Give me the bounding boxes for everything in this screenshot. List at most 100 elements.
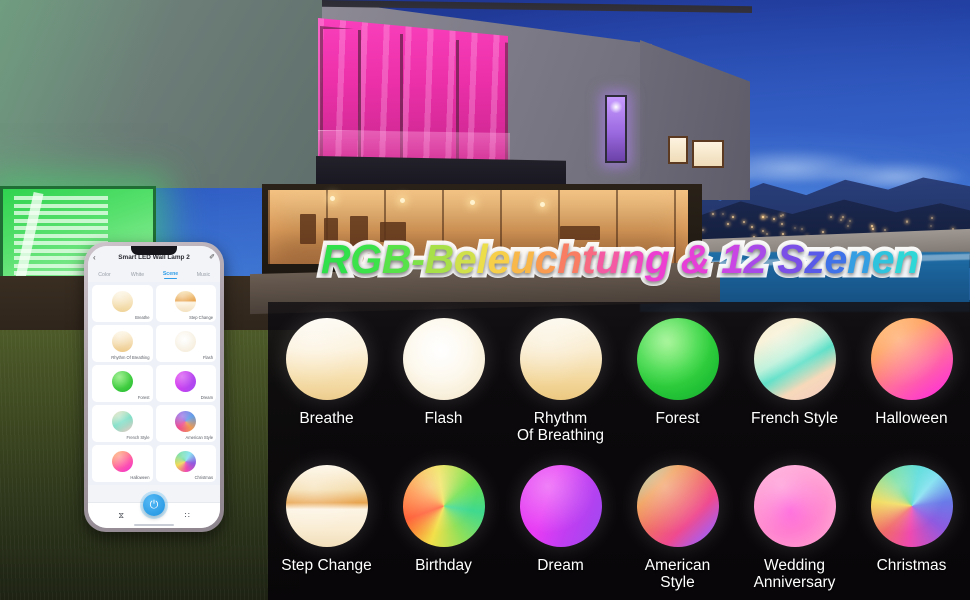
headline-letter: e bbox=[824, 236, 847, 282]
scene-label-birthday: Birthday bbox=[415, 557, 472, 574]
scene-item-christmas: Christmas bbox=[853, 453, 970, 574]
app-scene-orb bbox=[175, 410, 197, 432]
headline-letter bbox=[710, 236, 721, 282]
headline-letter: 2 bbox=[743, 236, 767, 282]
scene-orb-american bbox=[636, 465, 719, 547]
scene-orb-birthday bbox=[402, 465, 485, 547]
headline-letter: S bbox=[777, 236, 805, 282]
back-chevron-icon[interactable]: ‹ bbox=[93, 253, 96, 262]
app-tab-white[interactable]: White bbox=[121, 272, 154, 278]
balcony-glass-rail bbox=[318, 130, 510, 160]
phone-screen[interactable]: ‹ Smart LED Wall Lamp 2 ✐ Color White Scen… bbox=[88, 246, 220, 528]
ceiling-spot-light bbox=[330, 196, 335, 201]
app-scene-label: Dream bbox=[200, 394, 213, 400]
warm-window bbox=[668, 136, 688, 164]
scene-orb-breathe bbox=[285, 318, 368, 400]
headline-letter: B bbox=[381, 236, 412, 282]
app-tab-scene[interactable]: Scene bbox=[154, 271, 187, 280]
app-scene-orb bbox=[175, 450, 197, 472]
ceiling-spot-light bbox=[470, 200, 475, 205]
scene-orb-halloween bbox=[870, 318, 953, 400]
scene-orb-wedding bbox=[753, 465, 836, 547]
app-scene-label: Flash bbox=[202, 354, 213, 360]
app-scene-orb bbox=[175, 330, 197, 352]
app-scene-cell[interactable]: French Style bbox=[92, 405, 153, 442]
app-tab-color[interactable]: Color bbox=[88, 272, 121, 278]
app-scene-cell[interactable]: Christmas bbox=[155, 445, 216, 482]
app-scene-cell[interactable]: Flash bbox=[155, 325, 216, 362]
app-scene-orb bbox=[111, 290, 133, 312]
scene-label-flash: Flash bbox=[424, 410, 463, 427]
scene-orb-christmas bbox=[870, 465, 953, 547]
headline-letter: u bbox=[509, 236, 535, 282]
edit-pencil-icon[interactable]: ✐ bbox=[209, 253, 215, 261]
app-scene-label: French Style bbox=[126, 434, 150, 440]
scene-item-stepchange: Step Change bbox=[268, 453, 385, 574]
scene-label-halloween: Halloween bbox=[875, 410, 948, 427]
power-button[interactable]: ⏻ bbox=[143, 494, 165, 516]
page-title: RGB-Beleuchtung & 12 Szenen bbox=[300, 232, 940, 286]
app-scene-cell[interactable]: Halloween bbox=[92, 445, 153, 482]
app-scene-label: Forest bbox=[137, 394, 150, 400]
headline-letter: G bbox=[350, 236, 382, 282]
app-scene-cell[interactable]: American Style bbox=[155, 405, 216, 442]
scene-label-christmas: Christmas bbox=[876, 557, 947, 574]
headline-letter: c bbox=[534, 236, 558, 282]
headline-letter: g bbox=[644, 236, 670, 282]
scene-item-rhythm: Rhythm Of Breathing bbox=[502, 306, 619, 444]
app-scene-cell[interactable]: Dream bbox=[155, 365, 216, 402]
grid-view-icon[interactable]: ∷ bbox=[185, 511, 190, 520]
app-scene-orb bbox=[111, 370, 133, 392]
headline-letter: n bbox=[620, 236, 645, 282]
warm-window bbox=[692, 140, 724, 168]
headline-letter: t bbox=[582, 236, 596, 282]
left-building-wall bbox=[0, 0, 324, 188]
app-scene-orb bbox=[111, 330, 133, 352]
headline-letter: l bbox=[476, 236, 488, 282]
headline-letter: R bbox=[320, 236, 351, 282]
scene-orb-dream bbox=[519, 465, 602, 547]
scene-label-french: French Style bbox=[750, 410, 838, 427]
scene-label-american: American Style bbox=[644, 557, 711, 591]
scene-item-birthday: Birthday bbox=[385, 453, 502, 574]
product-banner: ‹ Smart LED Wall Lamp 2 ✐ Color White Scen… bbox=[0, 0, 970, 600]
app-scene-cell[interactable]: Rhythm Of Breathing bbox=[92, 325, 153, 362]
app-scene-cell[interactable]: Forest bbox=[92, 365, 153, 402]
headline-letter: n bbox=[894, 236, 920, 282]
purple-lit-window bbox=[605, 95, 627, 163]
scene-label-wedding: Wedding Anniversary bbox=[753, 557, 836, 591]
app-scene-label: Rhythm Of Breathing bbox=[111, 354, 150, 360]
headline-letter: e bbox=[453, 236, 477, 282]
app-scene-orb bbox=[175, 290, 197, 312]
scene-orb-rhythm bbox=[519, 318, 602, 400]
scene-item-flash: Flash bbox=[385, 306, 502, 427]
timer-icon[interactable]: ⧖ bbox=[118, 511, 124, 521]
headline-letter bbox=[766, 236, 777, 282]
app-scene-cell[interactable]: Step Change bbox=[155, 285, 216, 322]
app-tab-music[interactable]: Music bbox=[187, 272, 220, 278]
ceiling-spot-light bbox=[400, 198, 405, 203]
scene-item-wedding: Wedding Anniversary bbox=[736, 453, 853, 591]
scene-showcase-grid: Breathe Flash Rhythm Of Breathing Forest Fren… bbox=[268, 306, 970, 600]
scene-orb-french bbox=[753, 318, 836, 400]
headline-letter: e bbox=[871, 236, 895, 282]
scene-label-stepchange: Step Change bbox=[281, 557, 372, 574]
headline-letter: 1 bbox=[721, 236, 744, 282]
phone-notch bbox=[131, 246, 177, 255]
app-scene-orb bbox=[111, 450, 133, 472]
home-indicator bbox=[134, 523, 174, 526]
scene-orb-forest bbox=[636, 318, 719, 400]
scene-label-breathe: Breathe bbox=[299, 410, 354, 427]
app-bottom-bar[interactable]: ⧖ ⏻ ∷ bbox=[88, 494, 220, 528]
app-scene-label: American Style bbox=[185, 434, 213, 440]
app-scene-grid[interactable]: Breathe Step Change Rhythm Of Breathing Fla… bbox=[88, 282, 220, 485]
app-scene-cell[interactable]: Breathe bbox=[92, 285, 153, 322]
app-tab-bar[interactable]: Color White Scene Music bbox=[88, 268, 220, 282]
app-scene-label: Breathe bbox=[135, 314, 150, 320]
smartphone: ‹ Smart LED Wall Lamp 2 ✐ Color White Scen… bbox=[84, 242, 224, 532]
headline-letter: n bbox=[847, 236, 872, 282]
headline-letter: u bbox=[595, 236, 621, 282]
scene-orb-stepchange bbox=[285, 465, 368, 547]
headline-letter: - bbox=[411, 236, 425, 282]
headline-letter: e bbox=[487, 236, 510, 282]
